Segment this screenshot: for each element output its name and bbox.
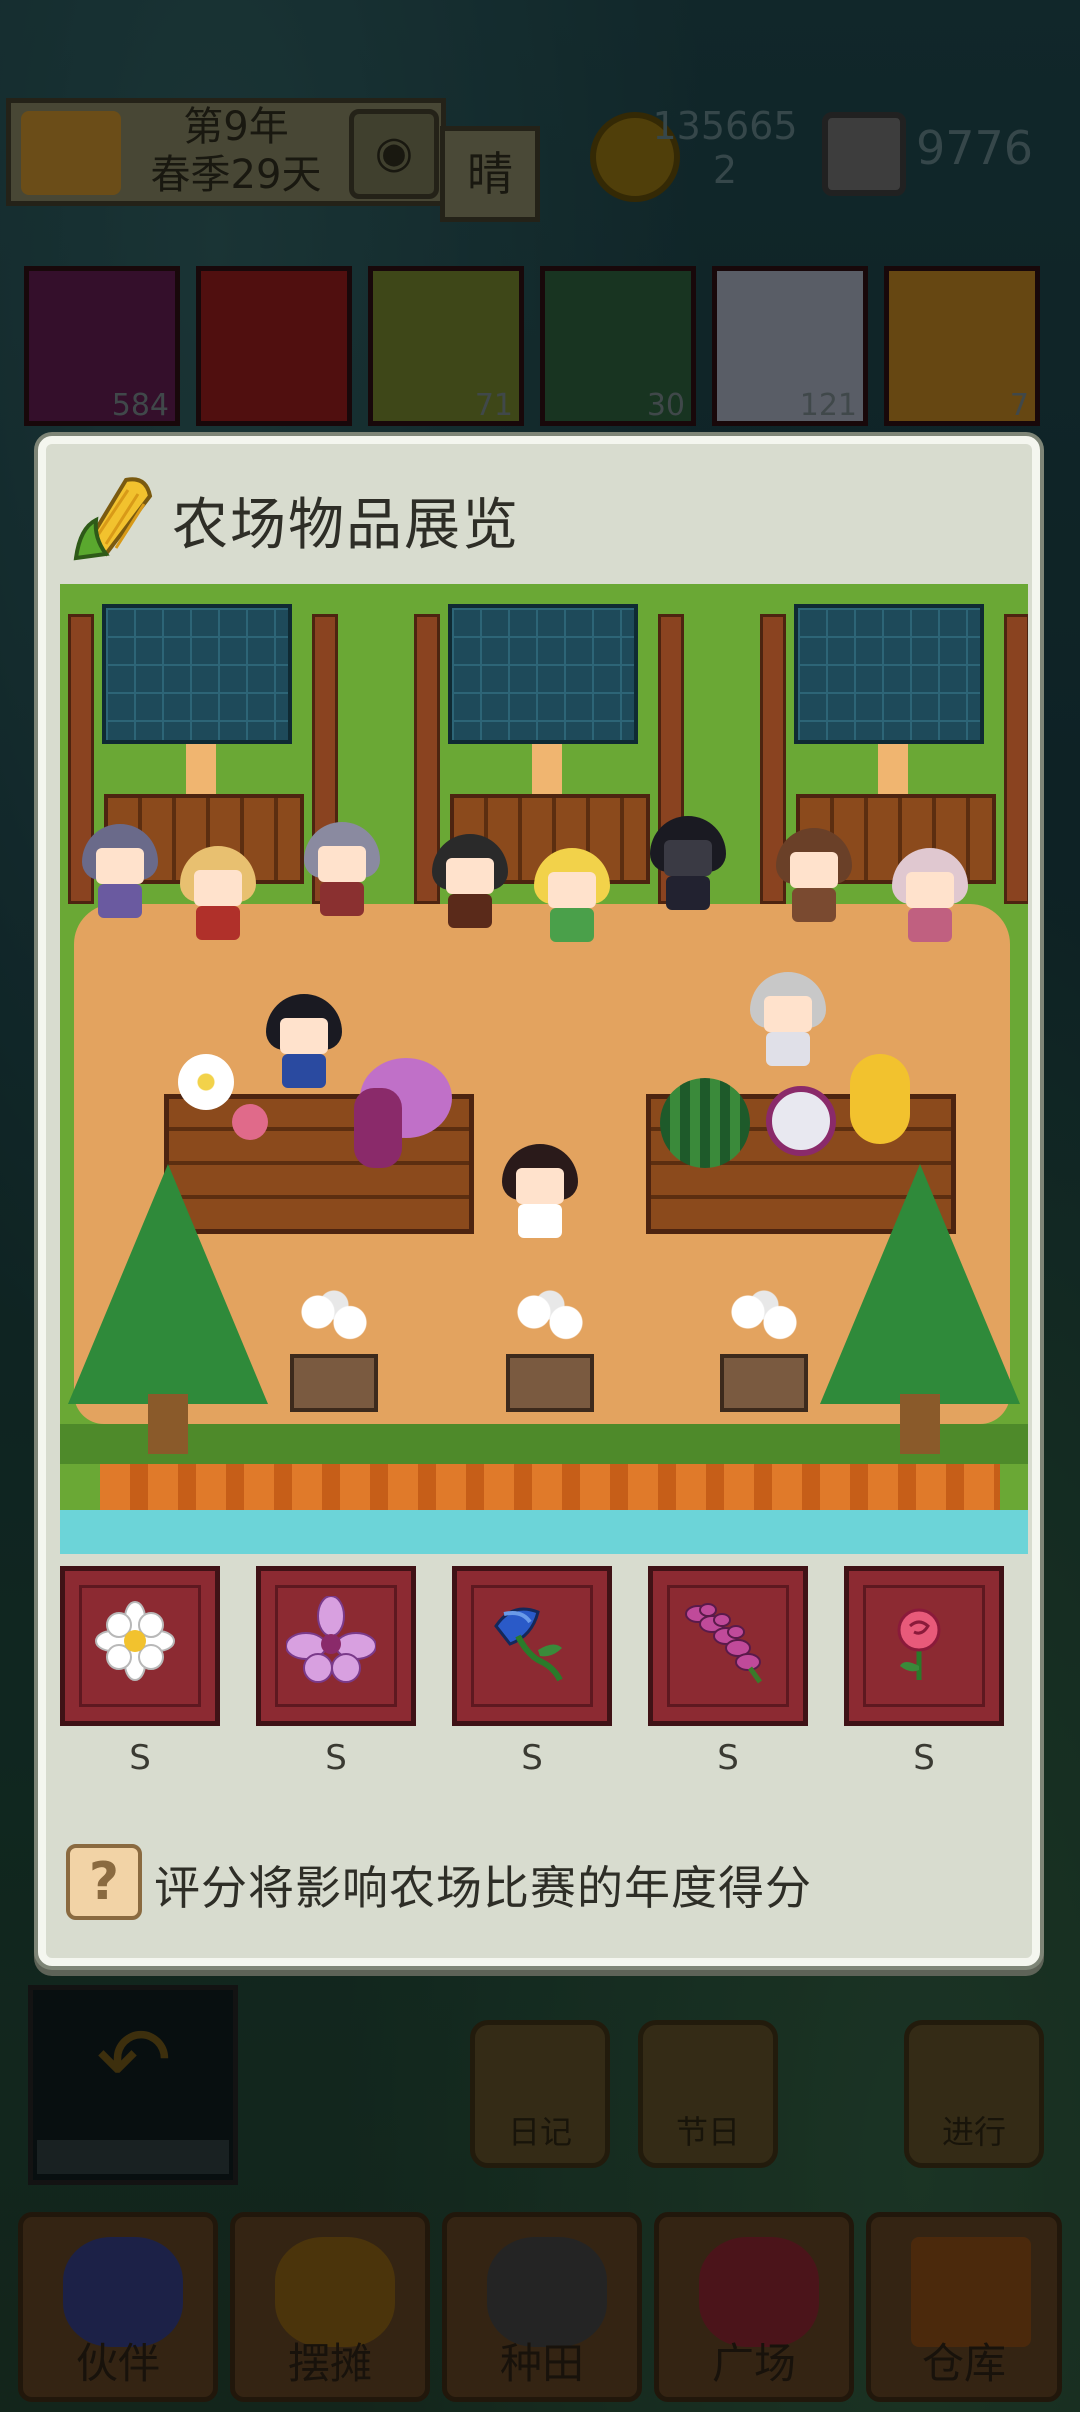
npc-character [180,846,256,942]
corn-icon [73,477,153,561]
water-edge [60,1510,1028,1554]
npc-face [280,1018,328,1054]
npc-body [666,876,710,910]
flower-pot [500,1284,600,1414]
npc-body [908,908,952,942]
white-flowers [294,1284,374,1354]
tree-foliage [820,1164,1020,1404]
exhibit-slot[interactable]: S [60,1566,220,1778]
exhibit-slot[interactable]: S [844,1566,1004,1778]
npc-character [534,848,610,944]
stall-post [878,744,908,794]
npc-character [892,848,968,944]
question-icon[interactable]: ? [66,1844,142,1920]
farm-exhibition-dialog: 农场物品展览 S S S S S ? 评分将影响农场比赛的年度得分 [38,436,1040,1966]
rose-prop [232,1104,268,1140]
npc-face [194,870,242,906]
npc-body [196,906,240,940]
flower-pot [284,1284,384,1414]
npc-character [650,816,726,912]
turnip-prop [766,1086,836,1156]
npc-character [776,828,852,924]
npc-character [502,1144,578,1240]
npc-face [790,852,838,888]
stall-pole [1004,614,1028,904]
stall-roof [794,604,984,744]
slot-grade: S [325,1738,347,1778]
pot-box [290,1354,378,1412]
stall-roof [448,604,638,744]
npc-face [906,872,954,908]
purple-spike-flower-icon [685,1603,763,1684]
npc-body [98,884,142,918]
daisy-prop [178,1054,234,1110]
white-daisy-icon [95,1601,175,1681]
npc-body [792,888,836,922]
pot-box [720,1354,808,1412]
slot-grade: S [913,1738,935,1778]
pine-tree [820,1164,1020,1464]
exhibit-slot[interactable]: S [452,1566,612,1778]
cliff-edge [100,1464,1000,1512]
npc-face [446,858,494,894]
watermelon-prop [660,1078,750,1168]
white-flowers [724,1284,804,1354]
npc-body [550,908,594,942]
slot-grade: S [129,1738,151,1778]
pine-tree [68,1164,268,1464]
pink-lily-icon [286,1596,376,1683]
npc-character [750,972,826,1068]
exhibit-slots: S S S S S [60,1566,1028,1796]
spike-flower-prop [354,1088,402,1168]
npc-body [448,894,492,928]
hint-text: 评分将影响农场比赛的年度得分 [154,1861,812,1915]
npc-character [266,994,342,1090]
dialog-title: 农场物品展览 [172,493,520,558]
flower-pot [714,1284,814,1414]
stall-roof [102,604,292,744]
stall-post [186,744,216,794]
tree-trunk [148,1394,188,1454]
npc-face [664,840,712,876]
slot-grade: S [717,1738,739,1778]
blue-bellflower-icon [494,1607,563,1682]
npc-body [766,1032,810,1066]
exhibition-scene [60,584,1028,1554]
exhibit-slot[interactable]: S [256,1566,416,1778]
pot-box [506,1354,594,1412]
npc-body [320,882,364,916]
npc-character [432,834,508,930]
npc-face [516,1168,564,1204]
slot-grade: S [521,1738,543,1778]
npc-character [82,824,158,920]
corn-prop [850,1054,910,1144]
npc-face [318,846,366,882]
npc-face [96,848,144,884]
npc-body [518,1204,562,1238]
npc-body [282,1054,326,1088]
pink-rose-icon [897,1608,941,1680]
tree-foliage [68,1164,268,1404]
npc-face [764,996,812,1032]
white-flowers [510,1284,590,1354]
exhibit-slot[interactable]: S [648,1566,808,1778]
tree-trunk [900,1394,940,1454]
stall-post [532,744,562,794]
npc-character [304,822,380,918]
npc-face [548,872,596,908]
